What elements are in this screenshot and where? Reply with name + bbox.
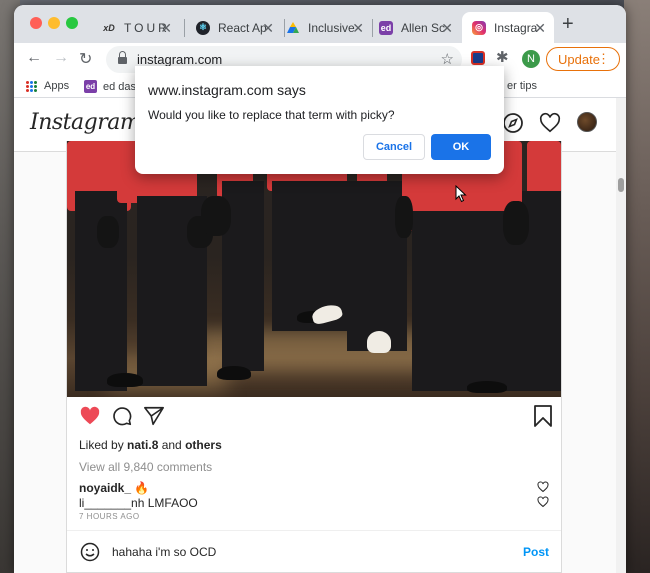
scrollbar-thumb[interactable] — [618, 178, 624, 192]
tour-icon: xD — [103, 22, 115, 33]
tab-divider — [184, 19, 185, 37]
comment-text: li_______nh LMFAOO — [79, 496, 198, 510]
likes-summary: Liked by nati.8 and others — [79, 438, 222, 452]
comment-bubble-icon[interactable] — [111, 405, 133, 432]
apps-grid-icon — [26, 80, 37, 92]
instagram-icon: ◎ — [472, 20, 486, 35]
comment-text: 🔥 — [134, 481, 150, 495]
comment-input[interactable]: hahaha i'm so OCD — [112, 545, 216, 559]
extension-icon[interactable] — [471, 51, 485, 65]
dialog-message: Would you like to replace that term with… — [148, 108, 395, 122]
close-tab-icon[interactable]: ✕ — [262, 20, 274, 37]
bookmark-label: ed das — [103, 80, 137, 93]
share-send-icon[interactable] — [143, 405, 165, 432]
liked-by-others-link[interactable]: others — [185, 438, 222, 452]
forward-arrow-icon[interactable]: → — [53, 49, 69, 67]
ok-button[interactable]: OK — [431, 134, 491, 160]
close-tab-icon[interactable]: ✕ — [441, 20, 453, 37]
profile-avatar[interactable]: N — [522, 50, 540, 68]
close-tab-icon[interactable]: ✕ — [534, 20, 546, 37]
cancel-button[interactable]: Cancel — [363, 134, 425, 160]
post-timestamp: 7 HOURS AGO — [79, 512, 140, 521]
new-tab-icon[interactable]: + — [562, 13, 574, 36]
ed-icon: ed — [379, 20, 393, 35]
tab-inclusive[interactable]: Inclusive ✕ — [276, 12, 372, 43]
comment-item: li_______nh LMFAOO — [79, 496, 549, 510]
tab-bar: xD TOUR ✕ ⚛ React Ap ✕ Inclusive ✕ ed Al… — [14, 5, 626, 43]
post-comment-button[interactable]: Post — [523, 545, 549, 559]
tab-allen-sc[interactable]: ed Allen Sc ✕ — [369, 12, 461, 43]
bookmark-er-tips[interactable]: er tips — [507, 80, 537, 92]
profile-initial: N — [527, 53, 535, 65]
desktop-background-right — [624, 0, 650, 573]
emoji-smiley-icon[interactable] — [80, 542, 100, 567]
tab-label: Allen Sc — [401, 20, 446, 35]
tab-label: Instagra — [494, 20, 538, 35]
bookmark-label: er tips — [507, 80, 537, 92]
tab-react-app[interactable]: ⚛ React Ap ✕ — [186, 12, 282, 43]
maximize-window-button[interactable] — [66, 17, 78, 29]
tab-instagram[interactable]: ◎ Instagra ✕ — [462, 12, 554, 43]
address-bar-url: instagram.com — [137, 52, 223, 67]
tab-label: Inclusive — [308, 20, 355, 35]
bookmark-apps[interactable]: Apps — [26, 80, 69, 92]
comment-like-heart-icon[interactable] — [537, 496, 549, 511]
bookmark-ed-das[interactable]: ed ed das — [84, 80, 136, 93]
post-photo[interactable] — [67, 141, 561, 397]
instagram-logo[interactable]: Instagram — [30, 110, 141, 135]
dialog-title: www.instagram.com says — [148, 82, 306, 98]
page-scrollbar[interactable] — [616, 98, 626, 573]
liked-by-and: and — [158, 438, 186, 452]
lock-icon — [118, 50, 127, 65]
liked-by-prefix: Liked by — [79, 438, 128, 452]
post-actions — [79, 405, 553, 429]
view-all-comments-link[interactable]: View all 9,840 comments — [79, 460, 212, 474]
browser-window: xD TOUR ✕ ⚛ React Ap ✕ Inclusive ✕ ed Al… — [14, 5, 626, 573]
reload-icon[interactable]: ↻ — [79, 49, 92, 69]
explore-compass-icon[interactable] — [502, 112, 524, 139]
liked-by-user-link[interactable]: nati.8 — [127, 438, 158, 452]
add-comment-bar: hahaha i'm so OCD Post — [67, 530, 561, 572]
tab-tour[interactable]: xD TOUR ✕ — [92, 12, 180, 43]
save-bookmark-icon[interactable] — [533, 405, 553, 432]
activity-heart-icon[interactable] — [539, 112, 561, 139]
more-menu-icon[interactable]: ⋮ — [597, 51, 610, 67]
mouse-cursor-icon — [455, 184, 467, 208]
update-button[interactable]: Update ⋮ — [546, 47, 620, 71]
like-heart-icon[interactable] — [79, 405, 101, 432]
bookmark-label: Apps — [44, 80, 70, 92]
react-icon: ⚛ — [196, 20, 210, 35]
update-label: Update — [558, 51, 600, 67]
profile-avatar[interactable] — [577, 112, 597, 132]
js-alert-dialog: www.instagram.com says Would you like to… — [135, 66, 504, 174]
post-card: Liked by nati.8 and others View all 9,84… — [66, 141, 562, 573]
ed-icon: ed — [84, 80, 97, 93]
close-window-button[interactable] — [30, 17, 42, 29]
tab-label: React Ap — [218, 20, 267, 35]
comment-username[interactable]: noyaidk_ — [79, 481, 131, 495]
back-arrow-icon[interactable]: ← — [26, 49, 42, 67]
puzzle-extensions-icon[interactable]: ✱ — [496, 48, 509, 66]
google-drive-icon — [286, 21, 300, 35]
comment-item: noyaidk_ 🔥 — [79, 481, 549, 495]
minimize-window-button[interactable] — [48, 17, 60, 29]
close-tab-icon[interactable]: ✕ — [160, 20, 172, 37]
comment-like-heart-icon[interactable] — [537, 481, 549, 496]
close-tab-icon[interactable]: ✕ — [352, 20, 364, 37]
